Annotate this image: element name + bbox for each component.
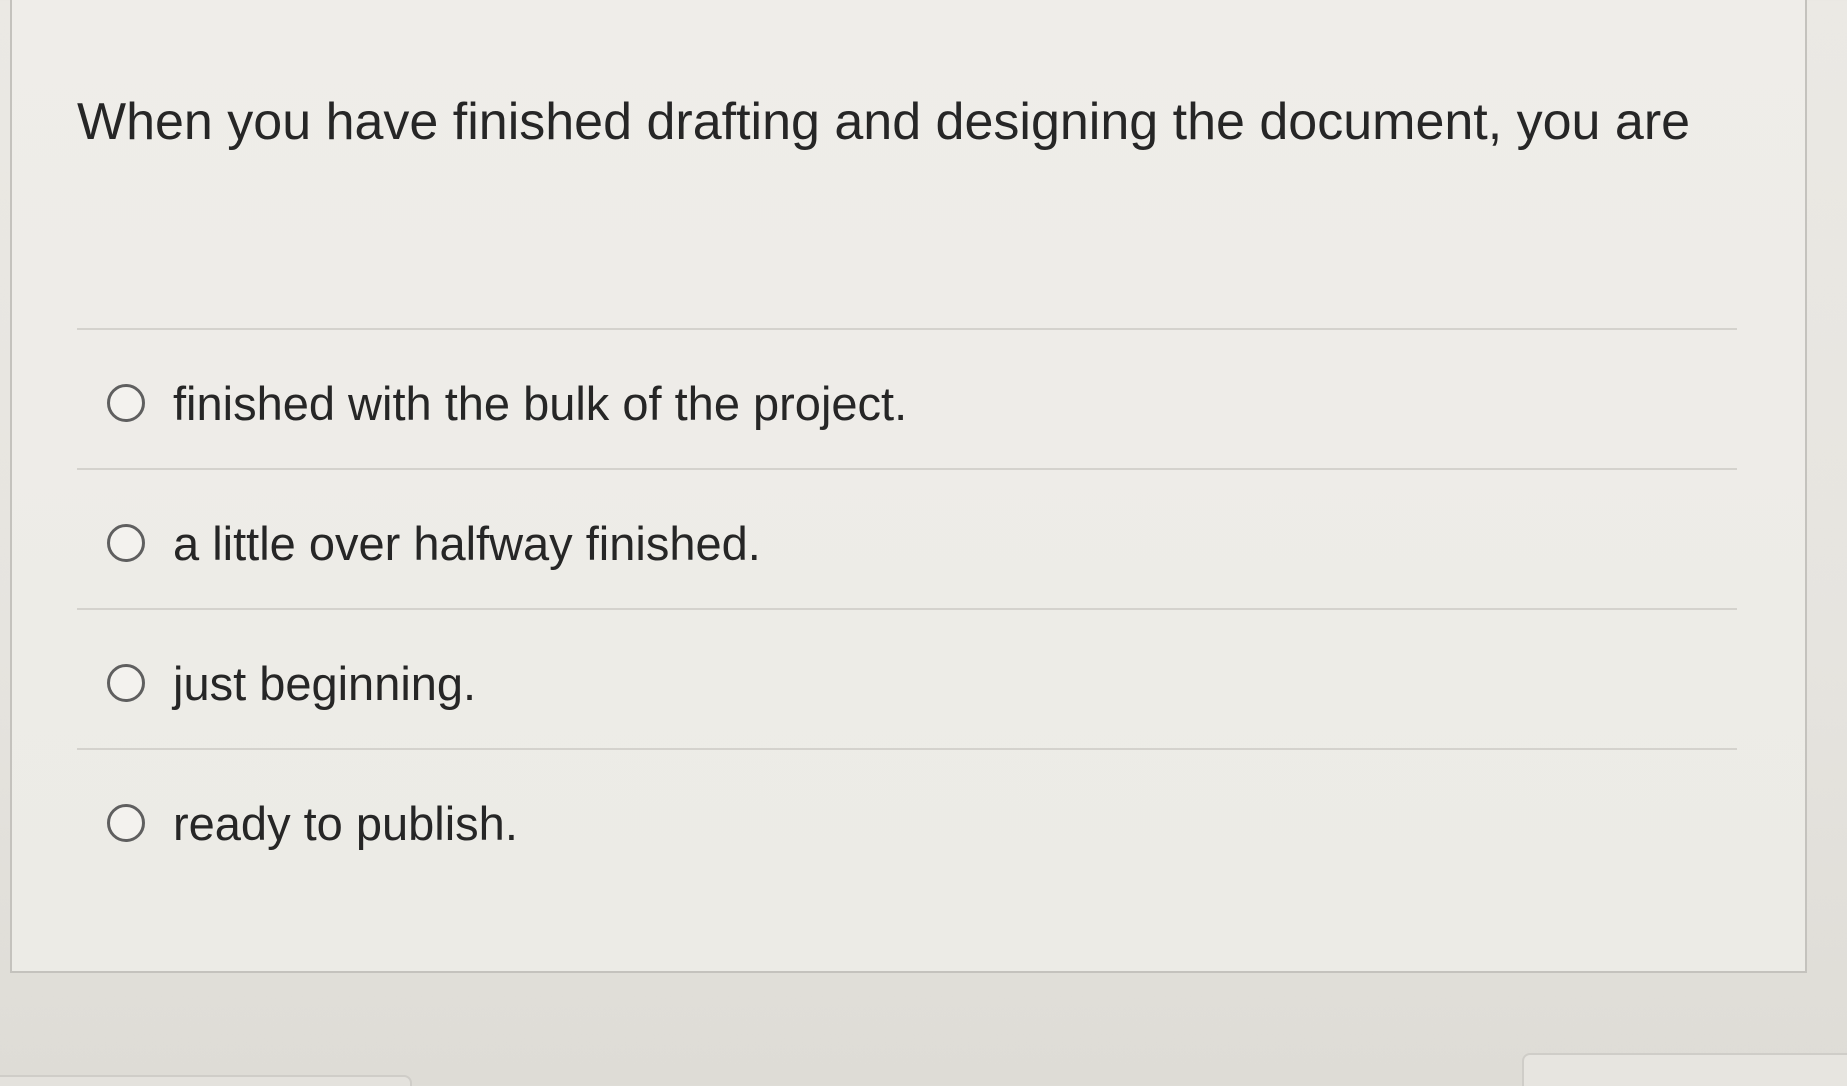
answer-option-label: just beginning. — [173, 656, 477, 710]
answer-option-3[interactable]: just beginning. — [107, 648, 476, 718]
answer-option-label: a little over halfway finished. — [173, 516, 761, 570]
divider — [77, 468, 1737, 470]
question-card: When you have finished drafting and desi… — [10, 0, 1807, 973]
divider — [77, 608, 1737, 610]
answer-option-label: finished with the bulk of the project. — [173, 376, 908, 430]
answer-option-1[interactable]: finished with the bulk of the project. — [107, 368, 907, 438]
radio-button-icon[interactable] — [107, 524, 145, 562]
divider — [77, 328, 1737, 330]
answer-option-2[interactable]: a little over halfway finished. — [107, 508, 761, 578]
radio-button-icon[interactable] — [107, 804, 145, 842]
answer-option-label: ready to publish. — [173, 796, 518, 850]
radio-button-icon[interactable] — [107, 384, 145, 422]
bottom-button-edge[interactable] — [1522, 1053, 1847, 1086]
answer-option-4[interactable]: ready to publish. — [107, 788, 518, 858]
bottom-panel-edge — [0, 1075, 412, 1086]
radio-button-icon[interactable] — [107, 664, 145, 702]
question-text: When you have finished drafting and desi… — [77, 93, 1691, 151]
divider — [77, 748, 1737, 750]
